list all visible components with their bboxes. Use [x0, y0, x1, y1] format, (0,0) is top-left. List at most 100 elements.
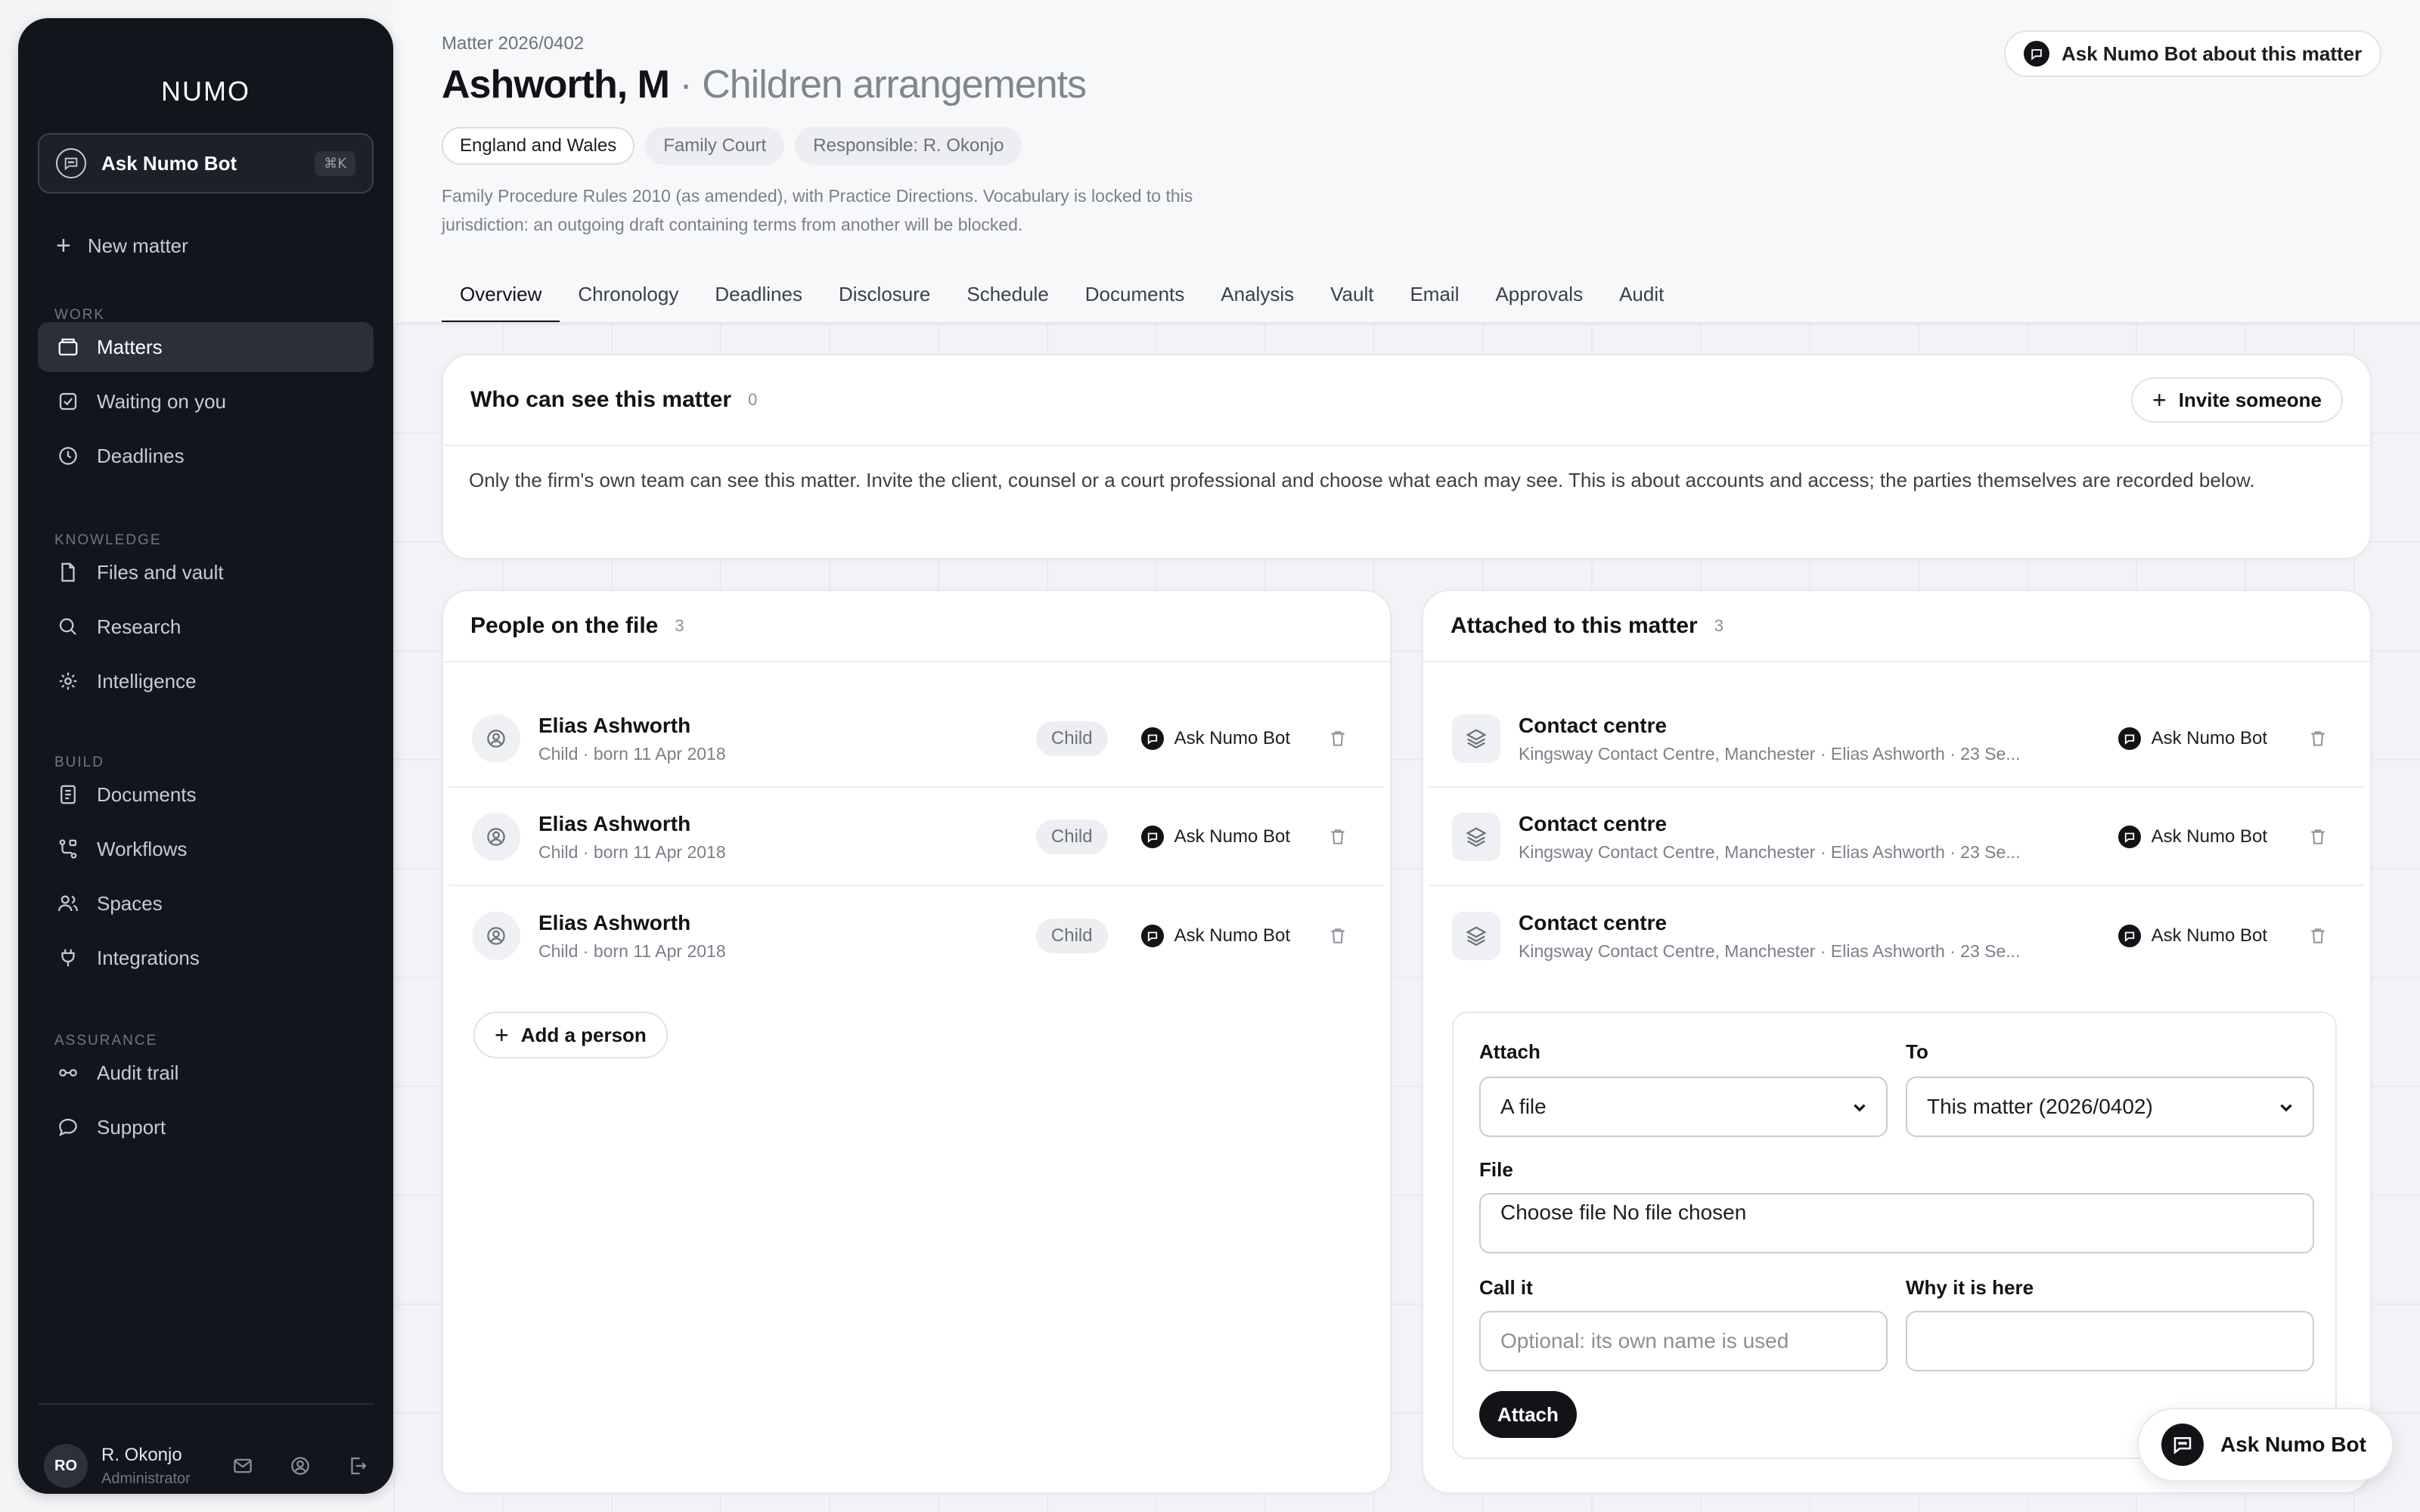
tab-documents[interactable]: Documents: [1067, 271, 1203, 324]
attached-count: 3: [1714, 616, 1723, 635]
chat-bubble-icon: [2024, 41, 2049, 67]
attachment-name: Contact centre: [1519, 713, 1668, 737]
add-person-label: Add a person: [520, 1023, 647, 1046]
person-details: Child · born 11 Apr 2018: [538, 743, 726, 764]
plus-icon: +: [2152, 386, 2167, 414]
trash-icon[interactable]: [2308, 926, 2328, 946]
attach-target-select[interactable]: This matter (2026/0402): [1906, 1077, 2314, 1137]
trash-icon[interactable]: [1328, 827, 1348, 847]
list-item[interactable]: Contact centre Kingsway Contact Centre, …: [1429, 888, 2364, 984]
list-item[interactable]: Contact centre Kingsway Contact Centre, …: [1429, 691, 2364, 788]
sidebar-item-workflows[interactable]: Workflows: [38, 824, 374, 874]
file-input-value: Choose file No file chosen: [1500, 1201, 1747, 1224]
sidebar-item-matters[interactable]: Matters: [38, 322, 374, 372]
avatar[interactable]: RO: [44, 1444, 88, 1488]
ask-bot-link[interactable]: Ask Numo Bot: [1140, 727, 1290, 750]
ask-bot-link[interactable]: Ask Numo Bot: [2118, 727, 2267, 750]
invite-someone-button[interactable]: + Invite someone: [2131, 377, 2343, 423]
sidebar-item-integrations[interactable]: Integrations: [38, 933, 374, 983]
person-details: Child · born 11 Apr 2018: [538, 940, 726, 961]
add-person-button[interactable]: + Add a person: [473, 1012, 668, 1058]
ask-bot-label: Ask Numo Bot: [1174, 925, 1290, 946]
tab-disclosure[interactable]: Disclosure: [821, 271, 948, 324]
tab-email[interactable]: Email: [1392, 271, 1477, 324]
attach-label: Attach: [1479, 1040, 1540, 1063]
users-icon: [56, 891, 80, 916]
tab-overview[interactable]: Overview: [442, 271, 560, 324]
client-name: Ashworth, M: [442, 63, 670, 107]
document-icon: [56, 782, 80, 807]
people-card: People on the file 3 Elias Ashworth Chil…: [442, 590, 1392, 1494]
list-item[interactable]: Contact centre Kingsway Contact Centre, …: [1429, 789, 2364, 886]
tab-schedule[interactable]: Schedule: [948, 271, 1066, 324]
list-item[interactable]: Elias Ashworth Child · born 11 Apr 2018 …: [449, 691, 1384, 788]
search-icon: [56, 615, 80, 639]
ask-bot-label: Ask Numo Bot: [1174, 826, 1290, 847]
sidebar-item-documents[interactable]: Documents: [38, 770, 374, 820]
ask-bot-link[interactable]: Ask Numo Bot: [1140, 925, 1290, 947]
ask-numo-bot-label: Ask Numo Bot: [101, 151, 237, 175]
chevron-down-icon: [2276, 1098, 2296, 1117]
sidebar-item-deadlines[interactable]: Deadlines: [38, 431, 374, 481]
ask-bot-link[interactable]: Ask Numo Bot: [2118, 826, 2267, 848]
page-title: Ashworth, M · Children arrangements: [442, 62, 1087, 107]
why-input[interactable]: [1906, 1311, 2314, 1371]
sidebar-item-spaces[interactable]: Spaces: [38, 878, 374, 928]
tab-audit[interactable]: Audit: [1601, 271, 1682, 324]
tab-approvals[interactable]: Approvals: [1477, 271, 1601, 324]
layers-icon: [1452, 813, 1500, 861]
attached-card: Attached to this matter 3 Contact centre…: [1422, 590, 2372, 1494]
ask-bot-label: Ask Numo Bot about this matter: [2062, 42, 2363, 65]
trash-icon[interactable]: [2308, 827, 2328, 847]
list-item[interactable]: Elias Ashworth Child · born 11 Apr 2018 …: [449, 789, 1384, 886]
sidebar-item-waiting[interactable]: Waiting on you: [38, 376, 374, 426]
visibility-title: Who can see this matter: [470, 387, 732, 412]
call-it-input[interactable]: Optional: its own name is used: [1479, 1311, 1888, 1371]
trash-icon[interactable]: [1328, 729, 1348, 748]
attach-type-select[interactable]: A file: [1479, 1077, 1888, 1137]
sidebar-item-audit[interactable]: Audit trail: [38, 1048, 374, 1098]
call-it-placeholder: Optional: its own name is used: [1500, 1329, 1789, 1352]
tab-chronology[interactable]: Chronology: [560, 271, 697, 324]
matter-type: · Children arrangements: [669, 63, 1087, 107]
sidebar-item-files[interactable]: Files and vault: [38, 547, 374, 597]
ask-bot-label: Ask Numo Bot: [1174, 728, 1290, 748]
mail-icon[interactable]: [231, 1455, 254, 1477]
why-label: Why it is here: [1906, 1276, 2034, 1299]
user-role: Administrator: [101, 1470, 191, 1487]
plus-icon: +: [56, 231, 71, 260]
trash-icon[interactable]: [2308, 729, 2328, 748]
chat-bubble-icon: [56, 148, 86, 178]
ask-numo-bot-button[interactable]: Ask Numo Bot ⌘K: [38, 133, 374, 194]
plus-icon: +: [495, 1021, 509, 1049]
sidebar-item-intelligence[interactable]: Intelligence: [38, 656, 374, 706]
sidebar: NUMO Ask Numo Bot ⌘K + New matter WORK M…: [18, 18, 393, 1494]
sidebar-item-support[interactable]: Support: [38, 1102, 374, 1152]
tab-vault[interactable]: Vault: [1312, 271, 1392, 324]
profile-icon[interactable]: [289, 1455, 312, 1477]
glasses-icon: [56, 1061, 80, 1085]
numo-logo[interactable]: NUMO: [18, 76, 393, 107]
file-input[interactable]: Choose file No file chosen: [1479, 1193, 2314, 1253]
fab-label: Ask Numo Bot: [2220, 1433, 2366, 1456]
person-icon: [472, 813, 520, 861]
user-name: R. Okonjo: [101, 1444, 182, 1465]
chat-bubble-icon: [2161, 1424, 2204, 1466]
ask-numo-bot-floating-button[interactable]: Ask Numo Bot: [2137, 1408, 2394, 1482]
ask-bot-label: Ask Numo Bot: [2151, 728, 2267, 748]
sidebar-item-research[interactable]: Research: [38, 602, 374, 652]
chat-icon: [56, 1115, 80, 1139]
ask-bot-link[interactable]: Ask Numo Bot: [1140, 826, 1290, 848]
new-matter-button[interactable]: + New matter: [56, 233, 188, 259]
tab-deadlines[interactable]: Deadlines: [697, 271, 821, 324]
jurisdiction-chip[interactable]: England and Wales: [442, 127, 635, 165]
ask-bot-link[interactable]: Ask Numo Bot: [2118, 925, 2267, 947]
call-it-label: Call it: [1479, 1276, 1533, 1299]
logout-icon[interactable]: [346, 1455, 369, 1477]
ask-bot-about-matter-button[interactable]: Ask Numo Bot about this matter: [2004, 30, 2382, 77]
attach-submit-button[interactable]: Attach: [1479, 1391, 1577, 1438]
trash-icon[interactable]: [1328, 926, 1348, 946]
ask-bot-label: Ask Numo Bot: [2151, 826, 2267, 847]
tab-analysis[interactable]: Analysis: [1202, 271, 1312, 324]
list-item[interactable]: Elias Ashworth Child · born 11 Apr 2018 …: [449, 888, 1384, 984]
